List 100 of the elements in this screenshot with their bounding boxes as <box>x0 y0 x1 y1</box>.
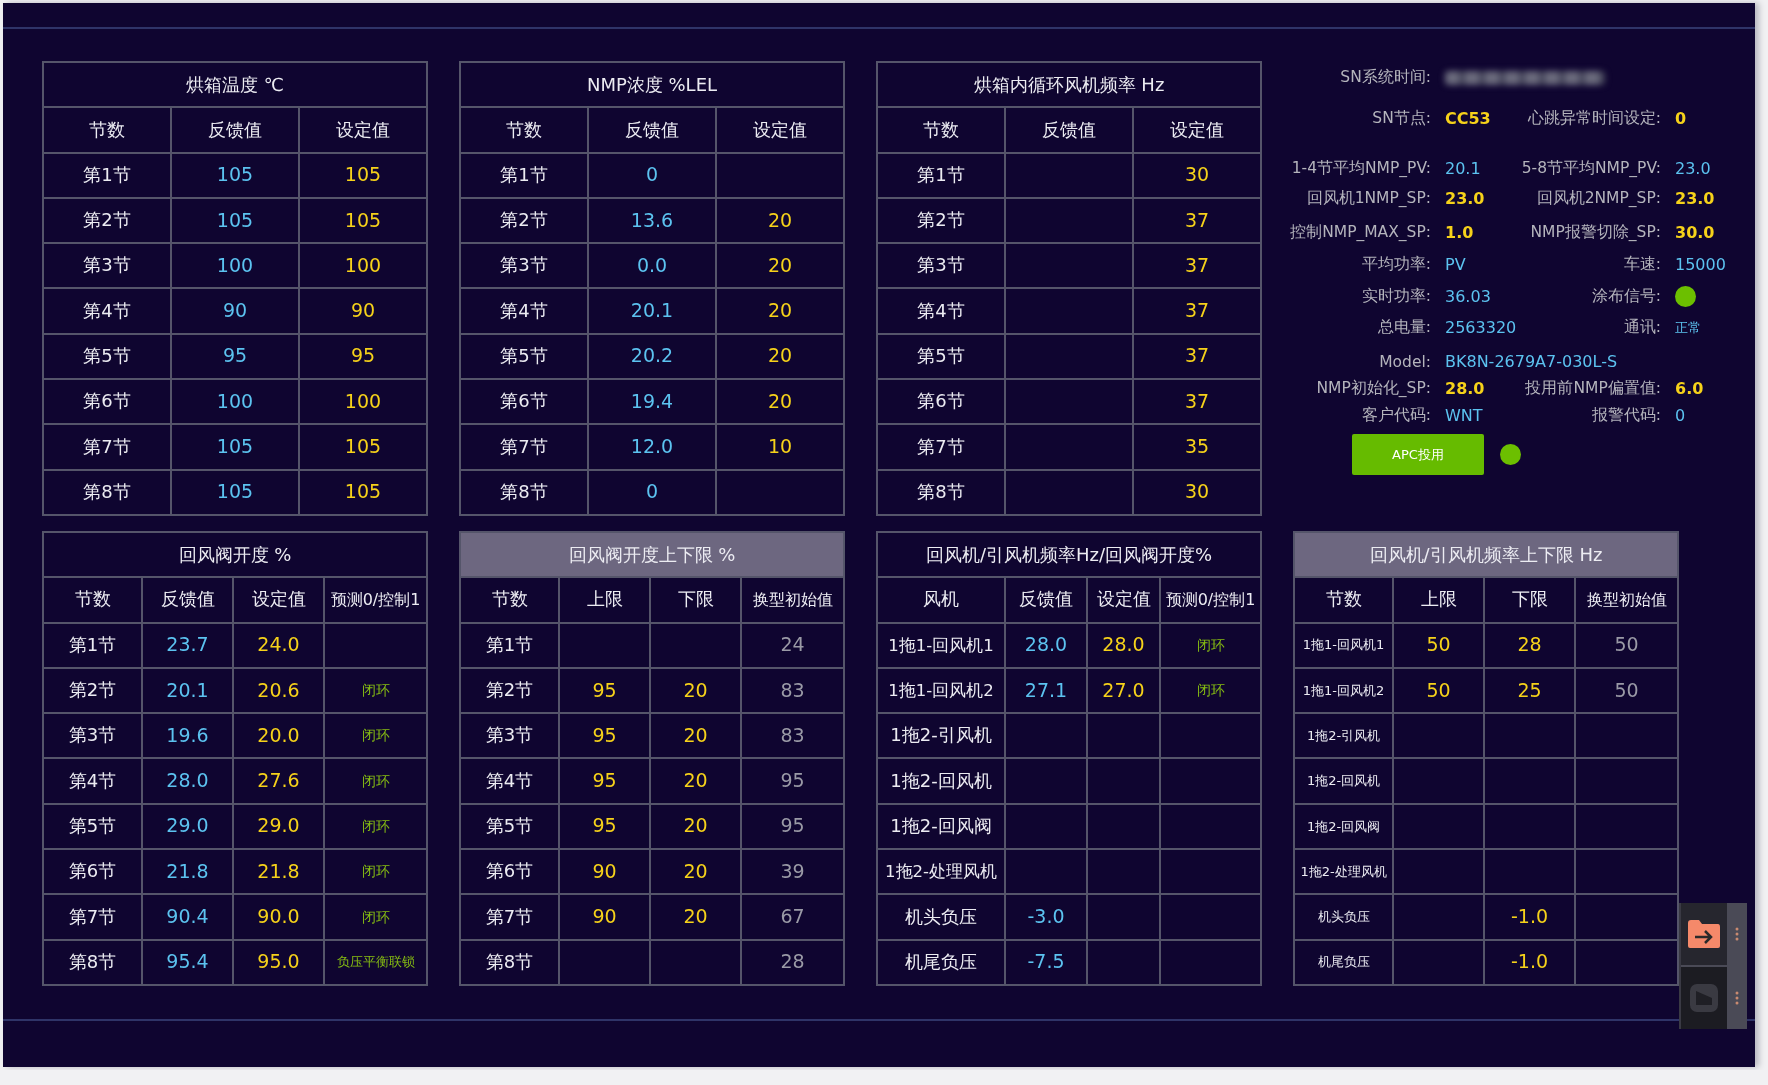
row-label: 1拖2-处理风机 <box>1295 850 1394 896</box>
folder-arrow-icon[interactable] <box>1687 919 1721 949</box>
row-label: 第3节 <box>878 244 1006 290</box>
table-cell: 50 <box>1576 668 1679 715</box>
table-cell: 90 <box>300 289 428 335</box>
info-label: 回风机1NMP_SP: <box>1306 188 1431 209</box>
row-label: 第6节 <box>461 850 560 896</box>
column-header: 设定值 <box>717 108 845 154</box>
info-label: 1-4节平均NMP_PV: <box>1291 158 1431 179</box>
table-cell: 闭环 <box>1161 668 1262 715</box>
row-label: 1拖2-回风机 <box>878 759 1006 805</box>
row-label: 第8节 <box>44 940 143 986</box>
info-value: 23.0 <box>1675 189 1715 208</box>
row-label: 第7节 <box>44 895 143 941</box>
table-cell: 30 <box>1134 470 1262 516</box>
column-header: 反馈值 <box>172 108 300 154</box>
info-label: SN节点: <box>1372 108 1431 129</box>
table-cell: 24.0 <box>234 623 325 669</box>
table-cell: 90 <box>560 850 651 896</box>
row-label: 第2节 <box>44 668 143 715</box>
table-cell: 20 <box>651 804 742 851</box>
table-cell: 90 <box>560 895 651 941</box>
table-cell: 105 <box>300 153 428 199</box>
table-cell: 23.7 <box>143 623 234 669</box>
info-value: CC53 <box>1445 109 1491 128</box>
column-header: 风机 <box>878 578 1006 624</box>
table-cell: 50 <box>1576 623 1679 669</box>
info-value: 正常 <box>1675 318 1701 337</box>
info-label: 平均功率: <box>1361 254 1431 275</box>
more-icon[interactable] <box>1735 927 1739 941</box>
info-label: SN系统时间: <box>1340 67 1431 88</box>
info-label: 报警代码: <box>1591 405 1661 426</box>
table-cell: 100 <box>300 380 428 426</box>
more-icon[interactable] <box>1735 991 1739 1005</box>
table-cell: 83 <box>742 714 845 760</box>
row-label: 1拖1-回风机2 <box>878 668 1006 715</box>
info-label: 总电量: <box>1377 317 1431 338</box>
apc-button[interactable]: APC投用 <box>1352 434 1484 475</box>
row-label: 第2节 <box>878 198 1006 245</box>
row-label: 1拖2-引风机 <box>1295 714 1394 760</box>
table-cell: 90.0 <box>234 895 325 941</box>
table-cell: 35 <box>1134 425 1262 471</box>
row-label: 第1节 <box>461 153 589 199</box>
row-label: 第5节 <box>878 334 1006 381</box>
row-label: 机头负压 <box>1295 895 1394 941</box>
row-label: 第5节 <box>44 334 172 381</box>
table-cell: 95.0 <box>234 940 325 986</box>
table-cell: 39 <box>742 850 845 896</box>
info-label: 回风机2NMP_SP: <box>1536 188 1661 209</box>
table-cell: 30 <box>1134 153 1262 199</box>
row-label: 第6节 <box>878 380 1006 426</box>
column-header: 反馈值 <box>1006 108 1134 154</box>
row-label: 第1节 <box>44 623 143 669</box>
row-label: 第3节 <box>44 714 143 760</box>
info-value: 0 <box>1675 406 1686 425</box>
table-cell: 28 <box>1485 623 1576 669</box>
table-cell: 37 <box>1134 198 1262 245</box>
info-label: NMP报警切除_SP: <box>1530 222 1661 243</box>
info-label: 5-8节平均NMP_PV: <box>1521 158 1661 179</box>
table-cell: 100 <box>172 380 300 426</box>
table-cell: 28.0 <box>1088 623 1161 669</box>
column-header: 设定值 <box>1088 578 1161 624</box>
table-title: 回风阀开度 % <box>44 532 428 579</box>
table-cell: 20.6 <box>234 668 325 715</box>
row-label: 机尾负压 <box>878 940 1006 986</box>
row-label: 第2节 <box>461 668 560 715</box>
table-cell: 20 <box>717 198 845 245</box>
info-value: 1.0 <box>1445 223 1474 242</box>
table-cell: 25 <box>1485 668 1576 715</box>
table-cell: 0.0 <box>589 244 717 290</box>
table-title: 烘箱温度 ℃ <box>44 63 428 109</box>
table-cell: 50 <box>1394 668 1485 715</box>
table-cell: 闭环 <box>325 804 428 851</box>
row-label: 1拖2-回风阀 <box>878 804 1006 851</box>
table-cell: 20 <box>651 759 742 805</box>
table-cell: 105 <box>300 425 428 471</box>
table-cell: 20 <box>717 289 845 335</box>
table-cell: 105 <box>300 470 428 516</box>
row-label: 第5节 <box>44 804 143 851</box>
info-value: WNT <box>1445 406 1483 425</box>
row-label: 第4节 <box>461 759 560 805</box>
info-value: 20.1 <box>1445 159 1481 178</box>
row-label: 第7节 <box>461 895 560 941</box>
table-cell: 20 <box>717 244 845 290</box>
column-header: 节数 <box>44 108 172 154</box>
table-cell: 95 <box>560 714 651 760</box>
table-cell: 100 <box>172 244 300 290</box>
row-label: 1拖1-回风机1 <box>878 623 1006 669</box>
table-cell: 0 <box>589 153 717 199</box>
info-value: 15000 <box>1675 255 1726 274</box>
table-cell: -3.0 <box>1006 895 1088 941</box>
info-value: PV <box>1445 255 1466 274</box>
column-header: 预测0/控制1 <box>1161 578 1262 624</box>
row-label: 1拖2-回风机 <box>1295 759 1394 805</box>
table-cell: 20 <box>651 850 742 896</box>
row-label: 第5节 <box>461 804 560 851</box>
info-label: 通讯: <box>1623 317 1661 338</box>
table-cell: 90.4 <box>143 895 234 941</box>
table-cell: 37 <box>1134 244 1262 290</box>
table-cell: 37 <box>1134 334 1262 381</box>
